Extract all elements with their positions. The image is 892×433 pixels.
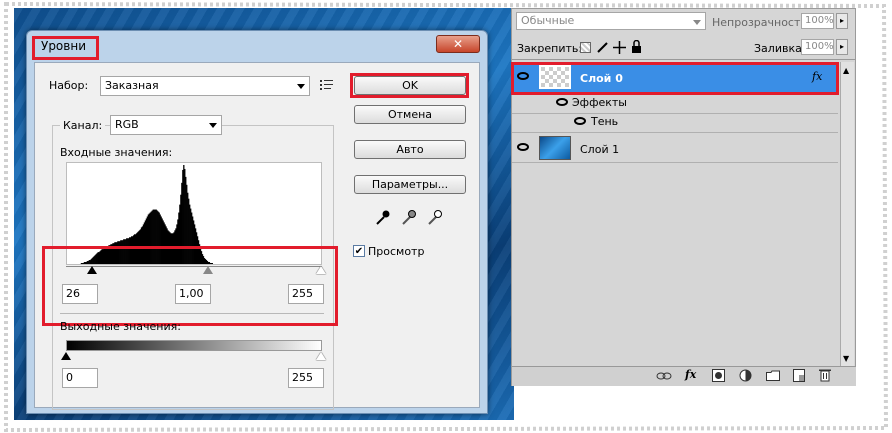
- options-button[interactable]: Параметры...: [354, 175, 466, 194]
- output-levels-label: Выходные значения:: [60, 320, 181, 333]
- scroll-up-arrow[interactable]: ▲: [843, 66, 849, 75]
- output-gradient-bar: [66, 340, 322, 351]
- lock-all-icon[interactable]: [631, 40, 642, 53]
- fill-stepper-arrow[interactable]: ▸: [836, 39, 848, 55]
- divider: [60, 313, 324, 314]
- title-highlight-box: [32, 36, 99, 60]
- lock-move-icon[interactable]: [613, 41, 626, 54]
- blend-mode-value: Обычные: [521, 14, 575, 27]
- lock-label: Закрепить:: [517, 42, 583, 55]
- layer1-thumbnail: [539, 136, 571, 160]
- lock-brush-icon[interactable]: [597, 41, 609, 53]
- trash-icon[interactable]: [819, 368, 831, 382]
- mask-icon[interactable]: [712, 369, 725, 382]
- opacity-stepper-arrow[interactable]: ▸: [836, 13, 848, 29]
- layer1-name: Слой 1: [580, 143, 620, 156]
- new-layer-icon[interactable]: [793, 369, 805, 382]
- group-icon[interactable]: [766, 370, 780, 381]
- preset-label: Набор:: [49, 79, 89, 92]
- effects-label: Эффекты: [572, 96, 627, 109]
- channel-select[interactable]: RGB: [110, 115, 222, 135]
- fill-label: Заливка:: [754, 42, 806, 55]
- auto-button[interactable]: Авто: [354, 140, 466, 159]
- layer0-highlight-box: [511, 62, 839, 95]
- eye-icon[interactable]: [517, 143, 529, 151]
- black-eyedropper-icon[interactable]: [375, 208, 391, 226]
- divider: [512, 59, 856, 60]
- ok-highlight-box: [350, 73, 469, 98]
- effects-eye-icon[interactable]: [556, 98, 568, 106]
- preview-label: Просмотр: [368, 245, 425, 258]
- chevron-down-icon: [209, 123, 217, 128]
- preset-value: Заказная: [105, 79, 159, 92]
- channel-value: RGB: [115, 118, 139, 131]
- preview-checkbox[interactable]: ✔: [353, 245, 365, 257]
- output-black-slider[interactable]: [61, 352, 71, 360]
- scroll-down-arrow[interactable]: ▼: [843, 354, 849, 363]
- shadow-label: Тень: [591, 115, 619, 128]
- input-levels-label: Входные значения:: [60, 146, 173, 159]
- chevron-down-icon: [297, 84, 305, 89]
- blend-mode-select[interactable]: Обычные: [516, 12, 706, 30]
- layers-scrollbar[interactable]: [840, 62, 854, 366]
- shadow-eye-icon[interactable]: [574, 117, 586, 125]
- adjustment-icon[interactable]: [739, 369, 752, 382]
- output-white-field[interactable]: 255: [288, 368, 324, 388]
- output-white-slider[interactable]: [316, 352, 326, 360]
- opacity-label: Непрозрачность:: [712, 16, 811, 29]
- preset-select[interactable]: Заказная: [100, 76, 310, 96]
- channel-label: Канал:: [60, 119, 106, 132]
- gray-eyedropper-icon[interactable]: [401, 208, 417, 226]
- lock-transparency-icon[interactable]: [580, 42, 591, 53]
- white-eyedropper-icon[interactable]: [427, 208, 443, 226]
- opacity-field[interactable]: 100%: [801, 13, 834, 29]
- output-black-field[interactable]: 0: [62, 368, 98, 388]
- fx-icon[interactable]: fx: [685, 368, 696, 381]
- input-levels-highlight-box: [42, 246, 338, 326]
- chevron-down-icon: [693, 20, 701, 25]
- link-icon[interactable]: [656, 370, 672, 382]
- fill-field[interactable]: 100%: [801, 39, 834, 55]
- preset-menu-icon[interactable]: [320, 79, 334, 91]
- shadow-row[interactable]: [512, 114, 838, 133]
- cancel-button[interactable]: Отмена: [354, 105, 466, 124]
- close-button[interactable]: ✕: [436, 35, 480, 53]
